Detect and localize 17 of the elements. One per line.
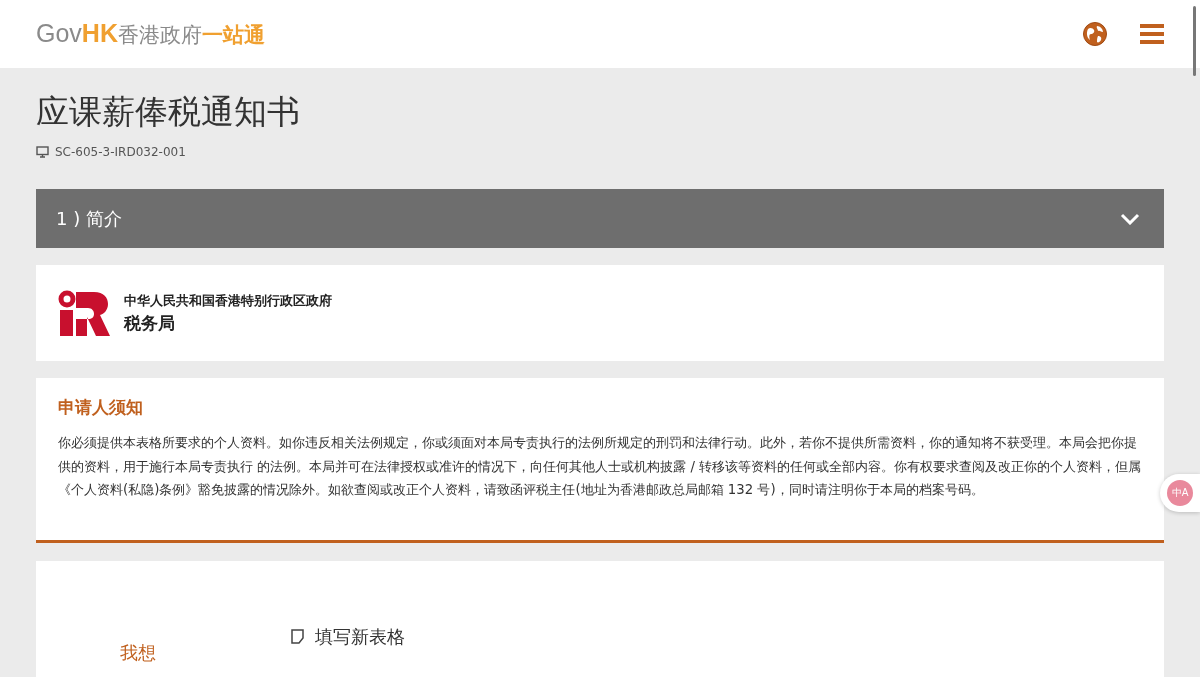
chevron-icon [1120, 212, 1140, 225]
section-header[interactable]: 1 ) 简介 [36, 189, 1164, 248]
form-code: SC-605-3-IRD032-001 [55, 145, 186, 159]
section-title: 1 ) 简介 [56, 206, 122, 231]
govhk-logo[interactable]: GovHK香港政府一站通 [36, 19, 265, 49]
page-title: 应课薪俸税通知书 [36, 91, 301, 133]
department-name: 税务局 [124, 311, 176, 335]
globe-icon[interactable] [1082, 21, 1108, 47]
notice-heading: 申请人须知 [58, 396, 144, 419]
options-label: 我想 [120, 640, 157, 664]
monitor-icon [36, 146, 49, 158]
ird-logo [58, 290, 110, 336]
option-link[interactable]: 填写新表格 [315, 624, 405, 649]
government-name: 中华人民共和国香港特别行政区政府 [124, 291, 332, 310]
menu-icon[interactable] [1140, 24, 1164, 44]
notice-text: 你必须提供本表格所要求的个人资料。如你违反相关法例规定，你或须面对本局专责执行的法例所规定的刑罚和法律行动。此外，若你不提供所需资料，你的通知将不获受理。本局会把你提供的资料，用于施行本局专责执行 的法例。本局并可在法律授权或准许的情况下，向任何其他人士或机构披露 / 转移该等资料的任何或全部内容。你有权要求查阅及改正你的个人资料，但属《个人资料(私隐)条例》豁免披露的情况除外。如欲查阅或改正个人资料，请致函评税主任(地址为香港邮政总局邮箱 132 号)，同时请注明你于本局的档案号码。 [58, 434, 1142, 499]
note-icon [290, 629, 305, 644]
